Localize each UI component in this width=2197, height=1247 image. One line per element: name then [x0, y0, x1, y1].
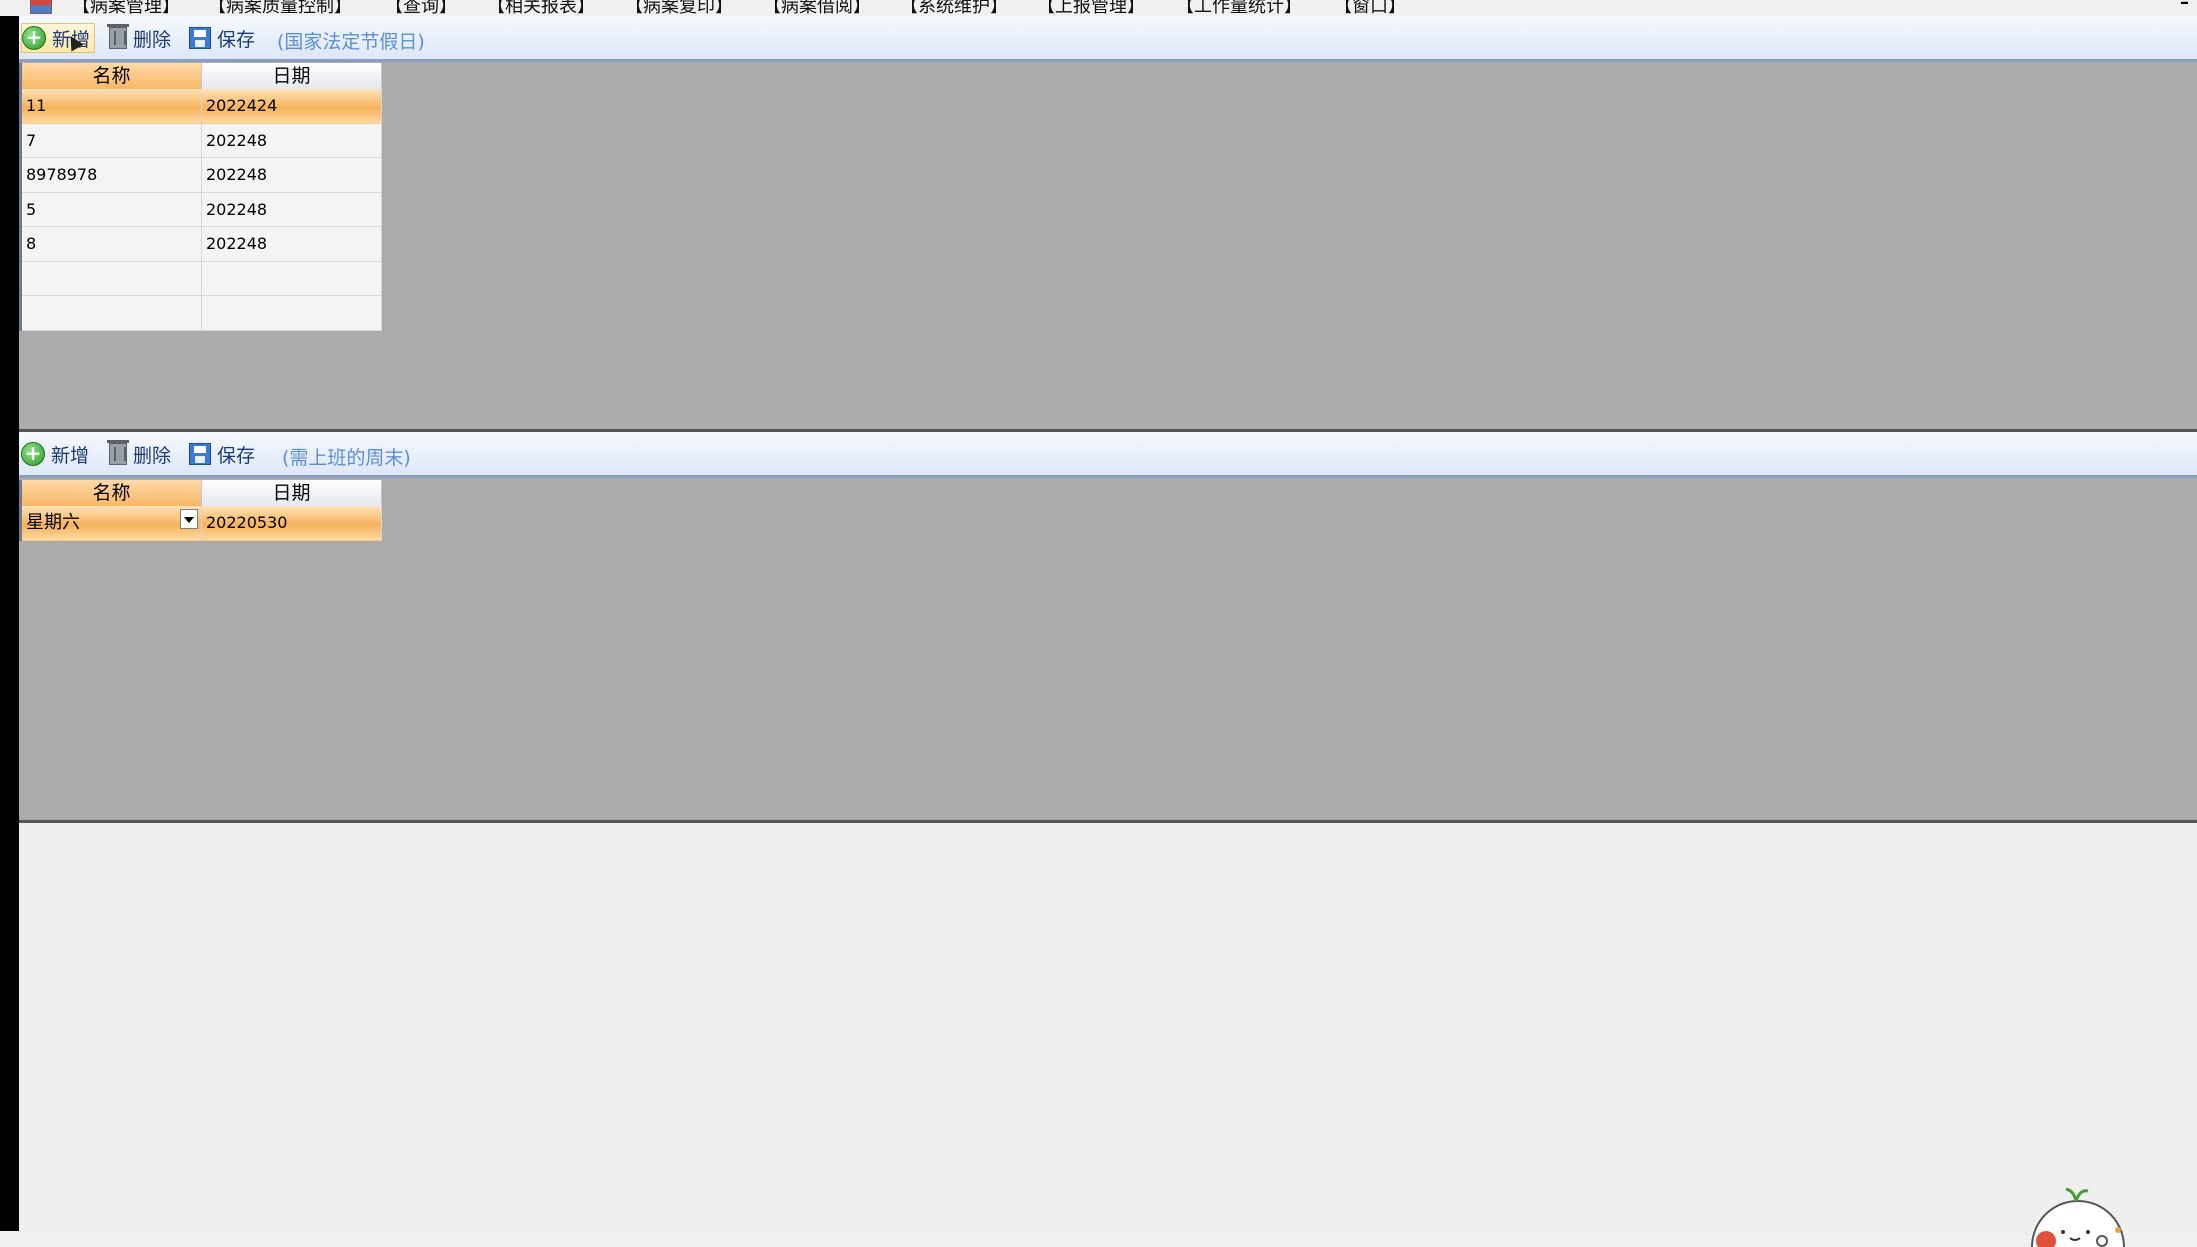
menu-reports[interactable]: 【相关报表】	[487, 0, 595, 16]
cell-date[interactable]	[202, 261, 382, 296]
cell-name: 星期六	[26, 512, 80, 533]
table-row[interactable]: 8 202248	[22, 227, 382, 262]
column-header-date[interactable]: 日期	[202, 63, 382, 89]
holiday-caption: (国家法定节假日)	[277, 31, 425, 53]
menu-query[interactable]: 【查询】	[385, 0, 457, 16]
chevron-down-icon[interactable]	[180, 509, 198, 529]
table-row[interactable]: 7 202248	[22, 123, 382, 158]
holiday-delete-button[interactable]: 删除	[107, 23, 172, 53]
holiday-delete-label: 删除	[133, 28, 172, 51]
holiday-grid-header: 名称 日期	[22, 63, 382, 89]
workday-toolbar: + 新增 删除 保存 (需上班的周末)	[19, 432, 2197, 478]
workday-add-label: 新增	[51, 444, 90, 467]
cell-name[interactable]: 7	[22, 123, 202, 158]
table-row[interactable]	[22, 296, 382, 331]
cell-date[interactable]	[202, 296, 382, 331]
workday-delete-button[interactable]: 删除	[107, 439, 172, 469]
column-header-name[interactable]: 名称	[22, 63, 202, 89]
save-icon	[189, 27, 211, 49]
holiday-grid: 名称 日期 11 2022424 7 202248 8978978 202248…	[19, 63, 382, 331]
cell-name[interactable]	[22, 296, 202, 331]
trash-icon	[107, 24, 129, 49]
cell-name[interactable]: 11	[22, 89, 202, 124]
holiday-save-label: 保存	[217, 28, 256, 51]
workspace: + 新增 删除 保存 (国家法定节假日) 名称 日期 11 2022424 7 …	[19, 16, 2197, 1247]
add-icon: +	[21, 442, 45, 466]
workday-caption: (需上班的周末)	[282, 447, 411, 469]
menu-window[interactable]: 【窗口】	[1334, 0, 1406, 16]
cell-date[interactable]: 202248	[202, 158, 382, 193]
cell-name-combo[interactable]: 星期六	[22, 506, 202, 541]
cell-date[interactable]: 20220530	[202, 506, 382, 541]
workday-add-button[interactable]: + 新增	[21, 439, 89, 469]
left-edge	[0, 16, 19, 1231]
table-row[interactable]	[22, 261, 382, 296]
menu-copy[interactable]: 【病案复印】	[625, 0, 733, 16]
cell-name[interactable]: 8	[22, 227, 202, 262]
cell-name[interactable]	[22, 261, 202, 296]
table-row[interactable]: 5 202248	[22, 192, 382, 227]
minimize-button[interactable]: –	[2180, 0, 2189, 13]
workday-save-button[interactable]: 保存	[189, 439, 255, 469]
table-row[interactable]: 星期六 20220530	[22, 506, 382, 541]
cell-date[interactable]: 202248	[202, 227, 382, 262]
workday-save-label: 保存	[217, 444, 256, 467]
cell-date[interactable]: 202248	[202, 123, 382, 158]
holiday-toolbar: + 新增 删除 保存 (国家法定节假日)	[19, 16, 2197, 62]
workday-pane: + 新增 删除 保存 (需上班的周末) 名称 日期 星期六 20220530	[19, 432, 2197, 823]
cell-date[interactable]: 202248	[202, 192, 382, 227]
cell-name[interactable]: 5	[22, 192, 202, 227]
table-row[interactable]: 8978978 202248	[22, 158, 382, 193]
add-icon: +	[22, 26, 46, 50]
menu-system-maintenance[interactable]: 【系统维护】	[900, 0, 1008, 16]
app-icon	[30, 0, 52, 14]
workday-grid: 名称 日期 星期六 20220530	[19, 480, 382, 541]
cell-date[interactable]: 2022424	[202, 89, 382, 124]
holiday-pane: + 新增 删除 保存 (国家法定节假日) 名称 日期 11 2022424 7 …	[19, 16, 2197, 432]
workday-grid-header: 名称 日期	[22, 480, 382, 506]
mascot-icon	[2018, 1175, 2138, 1247]
holiday-save-button[interactable]: 保存	[189, 23, 255, 53]
table-row[interactable]: 11 2022424	[22, 89, 382, 124]
menu-medical-record-management[interactable]: 【病案管理】	[72, 0, 180, 16]
holiday-add-button[interactable]: + 新增	[21, 23, 96, 53]
menu-reporting[interactable]: 【上报管理】	[1037, 0, 1145, 16]
trash-icon	[107, 440, 129, 465]
save-icon	[189, 443, 211, 465]
menu-bar: 【病案管理】 【病案质量控制】 【查询】 【相关报表】 【病案复印】 【病案借阅…	[0, 0, 2197, 16]
cell-name[interactable]: 8978978	[22, 158, 202, 193]
menu-workload[interactable]: 【工作量统计】	[1176, 0, 1302, 16]
menu-borrow[interactable]: 【病案借阅】	[763, 0, 871, 16]
menu-quality-control[interactable]: 【病案质量控制】	[208, 0, 352, 16]
column-header-date[interactable]: 日期	[202, 480, 382, 506]
column-header-name[interactable]: 名称	[22, 480, 202, 506]
workday-delete-label: 删除	[133, 444, 172, 467]
